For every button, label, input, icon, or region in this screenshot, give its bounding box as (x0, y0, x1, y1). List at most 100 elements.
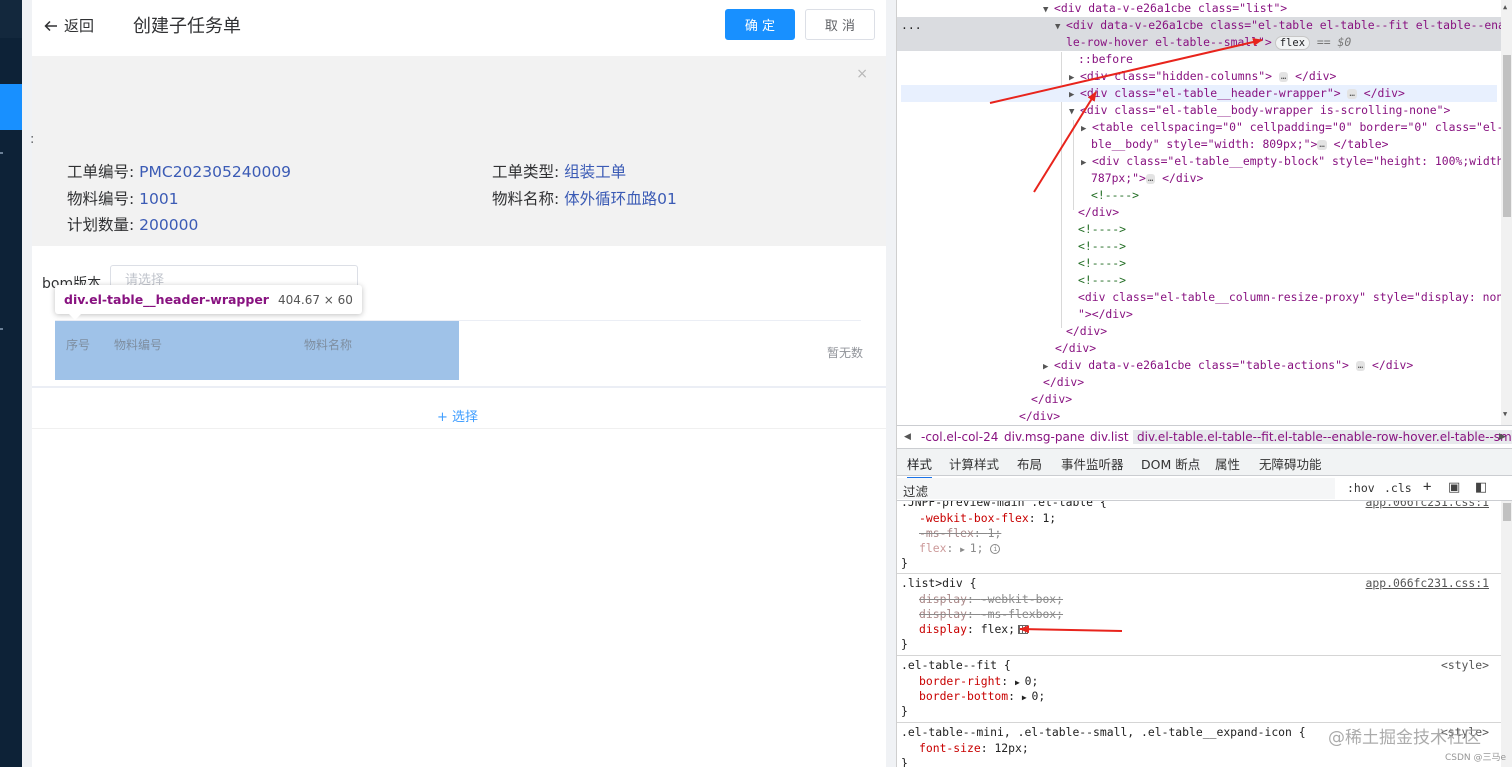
cls-toggle[interactable]: .cls (1384, 481, 1412, 495)
scroll-up-icon[interactable]: ▲ (1503, 3, 1507, 11)
css-declaration[interactable]: font-size: 12px; (919, 741, 1029, 756)
inspect-tooltip: div.el-table__header-wrapper 404.67 × 60 (55, 285, 362, 320)
filter-input[interactable]: 过滤 (903, 481, 928, 500)
column-header-index[interactable]: 序号 (66, 336, 90, 353)
paint-icon[interactable]: ▣ (1448, 480, 1460, 495)
ellipsis-icon[interactable]: … (1145, 173, 1156, 184)
dom-node[interactable]: ▼ <div data-v-e26a1cbe class="list"> (1043, 0, 1287, 17)
order-type-field: 工单类型: 组装工单 (492, 160, 626, 182)
dom-node-table-body[interactable]: ▶ <table cellspacing="0" cellpadding="0" … (1081, 119, 1501, 136)
ellipsis-icon[interactable]: … (1355, 360, 1366, 371)
css-declaration-overridden[interactable]: -ms-flex: 1; (919, 526, 1001, 541)
ellipsis-icon[interactable]: … (1278, 71, 1289, 82)
styles-scrollbar[interactable] (1501, 501, 1512, 767)
rule-source-link[interactable]: app.066fc231.css:1 (1366, 501, 1489, 510)
devtools-panel: ▼ <div data-v-e26a1cbe class="list"> ... … (896, 0, 1512, 767)
css-declaration-overridden[interactable]: display: -webkit-box; (919, 592, 1063, 607)
sidebar-toggle-icon[interactable]: ◧ (1475, 480, 1487, 495)
dom-close-tag[interactable]: </div> (1055, 340, 1096, 357)
flex-badge[interactable]: flex (1274, 36, 1311, 50)
tab-properties[interactable]: 属性 (1215, 454, 1240, 473)
dom-comment[interactable]: <!----> (1078, 272, 1126, 289)
add-material-button[interactable]: + 选择 (437, 406, 478, 425)
breadcrumb-item-active[interactable]: div.el-table.el-table--fit.el-table--ena… (1133, 430, 1512, 444)
dom-comment[interactable]: <!----> (1078, 221, 1126, 238)
css-declaration[interactable]: border-bottom: ▶ 0; (919, 689, 1045, 704)
rule-close: } (901, 637, 908, 651)
ellipsis-icon[interactable]: … (1317, 139, 1327, 150)
dom-node-empty-block[interactable]: ▶ <div class="el-table__empty-block" styl… (1081, 153, 1501, 170)
dom-comment[interactable]: <!----> (1078, 255, 1126, 272)
filter-input-box[interactable] (897, 478, 1335, 499)
elements-tree[interactable]: ▼ <div data-v-e26a1cbe class="list"> ... … (897, 0, 1501, 425)
tree-guide (1073, 120, 1074, 210)
dom-node-hidden-columns[interactable]: ▶ <div class="hidden-columns"> … </div> (1069, 68, 1336, 85)
close-icon[interactable]: × (856, 66, 868, 82)
tab-dom-breakpoints[interactable]: DOM 断点 (1141, 454, 1200, 473)
breadcrumb-item[interactable]: div.list (1090, 430, 1129, 444)
dom-node-resize-proxy[interactable]: <div class="el-table__column-resize-prox… (1078, 289, 1501, 306)
chevron-left-icon[interactable]: ◀ (904, 432, 911, 442)
arrow-left-icon (44, 20, 57, 31)
scrollbar-thumb[interactable] (1503, 55, 1511, 217)
rule-selector[interactable]: .list>div { (901, 576, 976, 591)
flexbox-editor-icon[interactable] (1018, 625, 1029, 634)
order-number-label: 工单编号: (67, 163, 140, 181)
dom-close-tag[interactable]: </div> (1019, 408, 1060, 425)
sidebar-active-item[interactable] (0, 84, 22, 130)
dom-close-tag[interactable]: </div> (1078, 204, 1119, 221)
dom-node-header-wrapper[interactable]: ▶ <div class="el-table__header-wrapper"> … (1069, 85, 1405, 102)
sidebar-tick (0, 152, 3, 154)
rule-close: } (901, 704, 908, 718)
dom-node-table-body-cont: ble__body" style="width: 809px;">… </tab… (1091, 137, 1389, 151)
ellipsis-icon[interactable]: … (1347, 88, 1357, 99)
scrollbar-thumb[interactable] (1503, 503, 1511, 521)
css-declaration-display-flex[interactable]: display: flex; (919, 622, 1029, 637)
material-name-value: 体外循环血路01 (564, 190, 677, 208)
column-header-material-code[interactable]: 物料编号 (114, 336, 162, 353)
elements-scrollbar[interactable]: ▲ ▼ (1501, 0, 1512, 425)
back-label: 返回 (64, 17, 95, 35)
rule-selector[interactable]: .el-table--mini, .el-table--small, .el-t… (901, 725, 1306, 740)
breadcrumb-item[interactable]: -col.el-col-24 (921, 430, 998, 444)
dom-comment[interactable]: <!----> (1091, 187, 1139, 204)
dom-node-table-actions[interactable]: ▶ <div data-v-e26a1cbe class="table-actio… (1043, 357, 1413, 374)
rule-source-style[interactable]: <style> (1441, 658, 1489, 673)
column-header-material-name[interactable]: 物料名称 (304, 336, 352, 353)
hov-toggle[interactable]: :hov (1347, 481, 1375, 495)
dom-node-body-wrapper[interactable]: ▼ <div class="el-table__body-wrapper is-s… (1069, 102, 1450, 119)
tab-computed[interactable]: 计算样式 (949, 454, 999, 473)
info-icon[interactable]: i (990, 543, 1001, 554)
dom-comment[interactable]: <!----> (1078, 238, 1126, 255)
rule-selector[interactable]: .el-table--fit { (901, 658, 1011, 673)
css-declaration[interactable]: -webkit-box-flex: 1; (919, 511, 1056, 526)
confirm-button[interactable]: 确 定 (725, 9, 795, 40)
css-declaration[interactable]: border-right: ▶ 0; (919, 674, 1038, 689)
rule-close: } (901, 756, 908, 767)
css-declaration-overridden[interactable]: display: -ms-flexbox; (919, 607, 1063, 622)
table-bottom-border (32, 386, 886, 388)
gutter-dots[interactable]: ... (901, 17, 922, 34)
expanded-triangle-icon[interactable]: ▼ (1055, 19, 1066, 36)
dom-pseudo-before[interactable]: ::before (1078, 51, 1133, 68)
rule-source-link[interactable]: app.066fc231.css:1 (1366, 576, 1489, 591)
dom-close-tag[interactable]: </div> (1031, 391, 1072, 408)
back-button[interactable]: 返回 (44, 15, 94, 36)
tab-styles[interactable]: 样式 (907, 454, 933, 479)
dom-close-tag[interactable]: </div> (1043, 374, 1084, 391)
breadcrumb-item[interactable]: div.msg-pane (1004, 430, 1085, 444)
expanded-triangle-icon[interactable]: ▼ (1069, 104, 1080, 121)
tab-event-listeners[interactable]: 事件监听器 (1061, 454, 1124, 473)
rule-selector[interactable]: .JNPF-preview-main .el-table { (901, 501, 1107, 510)
dom-node-el-table-cont: le-row-hover el-table--small"> flex == $0 (1066, 35, 1352, 50)
table-empty-text: 暂无数 (827, 346, 864, 360)
tab-layout[interactable]: 布局 (1017, 454, 1042, 473)
cancel-button[interactable]: 取 消 (805, 9, 875, 40)
scroll-down-icon[interactable]: ▼ (1503, 410, 1507, 418)
css-declaration-inactive[interactable]: flex: ▶ 1; i (919, 541, 1001, 556)
dom-node-el-table[interactable]: ▼ <div data-v-e26a1cbe class="el-table el… (1055, 17, 1501, 34)
tab-accessibility[interactable]: 无障碍功能 (1259, 454, 1322, 473)
dom-close-tag[interactable]: </div> (1066, 323, 1107, 340)
chevron-right-icon[interactable]: ▶ (1499, 432, 1506, 442)
new-rule-button[interactable]: + (1423, 479, 1431, 495)
